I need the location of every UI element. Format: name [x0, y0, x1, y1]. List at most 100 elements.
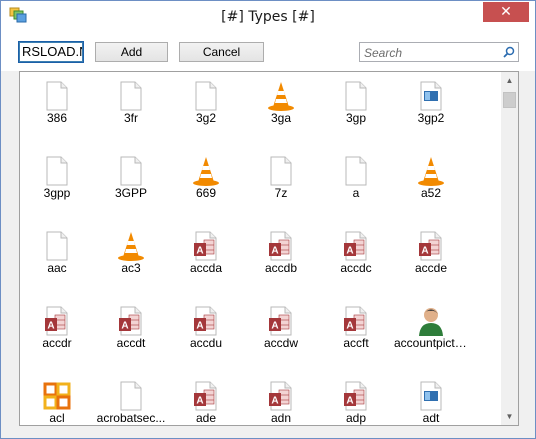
svg-text:A: A: [196, 321, 203, 332]
file-type-item[interactable]: Aaccdw: [244, 297, 318, 371]
blank-file-icon: [341, 80, 371, 112]
access-db-icon: A: [266, 380, 296, 412]
file-type-item[interactable]: accountpictu...: [394, 297, 468, 371]
blank-file-icon: [42, 155, 72, 187]
access-db-icon: A: [42, 305, 72, 337]
cancel-button[interactable]: Cancel: [179, 42, 264, 62]
file-type-item[interactable]: ac3: [94, 222, 168, 296]
file-type-item[interactable]: Aaccdt: [94, 297, 168, 371]
scroll-up-arrow-icon[interactable]: ▲: [501, 72, 518, 89]
svg-text:A: A: [346, 246, 353, 257]
file-type-label: 3fr: [123, 111, 138, 125]
svg-text:A: A: [196, 246, 203, 257]
scroll-thumb[interactable]: [503, 92, 516, 108]
file-type-label: acl: [49, 411, 65, 425]
file-type-label: ade: [195, 411, 217, 425]
file-type-item[interactable]: 3gp: [319, 72, 393, 146]
file-type-item[interactable]: a: [319, 147, 393, 221]
vlc-cone-icon: [266, 80, 296, 112]
scroll-down-arrow-icon[interactable]: ▼: [501, 408, 518, 425]
access-db-icon: A: [341, 380, 371, 412]
file-type-item[interactable]: Aadn: [244, 372, 318, 425]
file-type-label: accdb: [264, 261, 298, 275]
file-type-item[interactable]: Aaccdr: [20, 297, 94, 371]
toolbar: RSLOAD.NET Add Cancel Search: [1, 31, 535, 71]
file-type-item[interactable]: 3g2: [169, 72, 243, 146]
svg-text:A: A: [196, 396, 203, 407]
file-type-item[interactable]: 3gp2: [394, 72, 468, 146]
file-type-item[interactable]: 3fr: [94, 72, 168, 146]
file-type-label: adn: [270, 411, 292, 425]
access-db-icon: A: [416, 230, 446, 262]
file-type-item[interactable]: aac: [20, 222, 94, 296]
close-button[interactable]: ✕: [483, 2, 529, 22]
file-type-label: 7z: [274, 186, 288, 200]
file-type-label: 3gp: [345, 111, 367, 125]
types-dialog-window: [#] Types [#] ✕ RSLOAD.NET Add Cancel Se…: [0, 0, 536, 439]
file-type-label: adp: [345, 411, 367, 425]
file-type-item[interactable]: acrobatsec...: [94, 372, 168, 425]
file-type-label: a: [352, 186, 360, 200]
file-type-label: aac: [47, 261, 67, 275]
file-type-grid[interactable]: 386 3fr 3g2 3ga 3gp 3gp2 3gpp 3GPP 669 7z a a52 aac a…: [19, 71, 519, 426]
type-input[interactable]: RSLOAD.NET: [18, 41, 84, 63]
vlc-cone-icon: [116, 230, 146, 262]
vlc-cone-icon: [416, 155, 446, 187]
access-db-icon: A: [191, 305, 221, 337]
access-db-icon: A: [191, 230, 221, 262]
file-type-item[interactable]: Aaccdc: [319, 222, 393, 296]
file-type-item[interactable]: Aaccft: [319, 297, 393, 371]
svg-text:A: A: [121, 321, 128, 332]
svg-text:A: A: [271, 246, 278, 257]
file-type-label: a52: [420, 186, 442, 200]
close-icon: ✕: [500, 4, 512, 20]
file-type-item[interactable]: Aade: [169, 372, 243, 425]
add-button[interactable]: Add: [95, 42, 168, 62]
file-type-item[interactable]: 3gpp: [20, 147, 94, 221]
file-type-label: 386: [46, 111, 68, 125]
file-type-label: accdr: [42, 336, 72, 350]
media-file-icon: [416, 380, 446, 412]
office-grid-icon: [42, 380, 72, 412]
file-type-item[interactable]: a52: [394, 147, 468, 221]
access-db-icon: A: [341, 305, 371, 337]
file-type-label: accdw: [263, 336, 298, 350]
search-box[interactable]: Search: [359, 42, 519, 62]
blank-file-icon: [42, 230, 72, 262]
search-placeholder: Search: [364, 46, 403, 60]
svg-text:A: A: [421, 246, 428, 257]
access-db-icon: A: [191, 380, 221, 412]
file-type-label: 3ga: [270, 111, 292, 125]
access-db-icon: A: [266, 230, 296, 262]
svg-text:A: A: [271, 321, 278, 332]
file-type-item[interactable]: 386: [20, 72, 94, 146]
file-type-label: 669: [195, 186, 217, 200]
file-type-label: accdt: [116, 336, 146, 350]
file-type-label: acrobatsec...: [96, 411, 166, 425]
access-db-icon: A: [341, 230, 371, 262]
file-type-item[interactable]: Aaccdu: [169, 297, 243, 371]
file-type-label: accda: [189, 261, 223, 275]
file-type-item[interactable]: 3GPP: [94, 147, 168, 221]
file-type-label: accft: [343, 336, 369, 350]
file-type-item[interactable]: acl: [20, 372, 94, 425]
file-type-item[interactable]: 3ga: [244, 72, 318, 146]
file-type-label: accde: [414, 261, 448, 275]
file-type-item[interactable]: Aadp: [319, 372, 393, 425]
file-type-item[interactable]: Aaccda: [169, 222, 243, 296]
file-type-item[interactable]: Aaccde: [394, 222, 468, 296]
file-type-item[interactable]: adt: [394, 372, 468, 425]
file-type-item[interactable]: 7z: [244, 147, 318, 221]
access-db-icon: A: [266, 305, 296, 337]
vlc-cone-icon: [191, 155, 221, 187]
title-bar: [#] Types [#] ✕: [1, 1, 535, 31]
file-type-label: 3gpp: [43, 186, 71, 200]
file-type-label: 3gp2: [417, 111, 445, 125]
blank-file-icon: [191, 80, 221, 112]
svg-text:A: A: [346, 321, 353, 332]
search-icon[interactable]: [503, 46, 515, 58]
file-type-item[interactable]: 669: [169, 147, 243, 221]
vertical-scrollbar[interactable]: ▲ ▼: [501, 72, 518, 425]
file-type-item[interactable]: Aaccdb: [244, 222, 318, 296]
file-type-label: 3GPP: [114, 186, 147, 200]
